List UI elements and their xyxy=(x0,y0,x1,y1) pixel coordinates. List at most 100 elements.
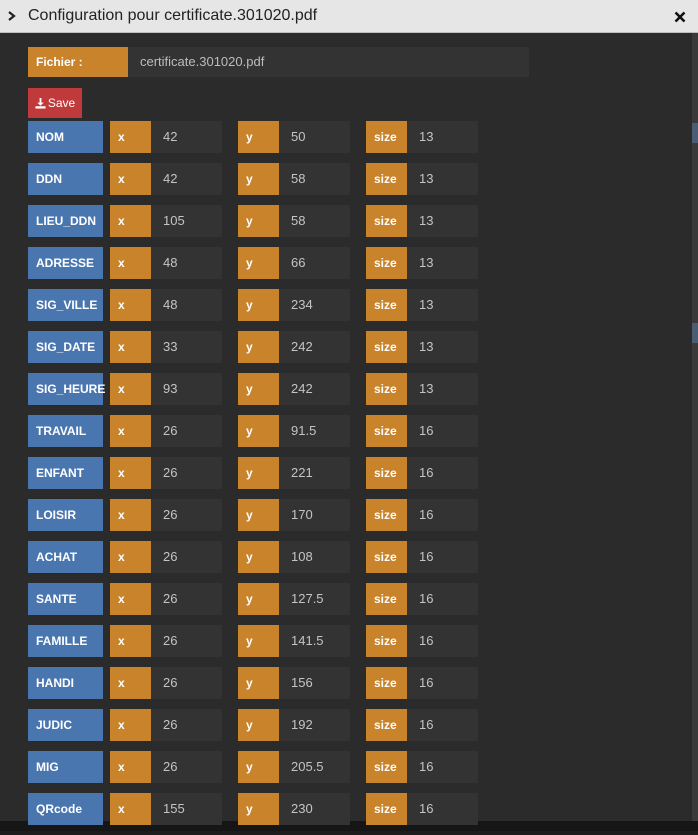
file-input[interactable] xyxy=(128,47,529,77)
field-row: HANDI x 26 y 156 size 16 xyxy=(28,667,488,709)
save-label: Save xyxy=(47,96,76,110)
y-label: y xyxy=(238,751,279,783)
chevron-right-icon[interactable] xyxy=(6,10,18,22)
y-input[interactable]: 58 xyxy=(279,163,350,195)
field-row: ENFANT x 26 y 221 size 16 xyxy=(28,457,488,499)
y-input[interactable]: 221 xyxy=(279,457,350,489)
field-name: ENFANT xyxy=(28,457,103,489)
field-row: SIG_HEURE x 93 y 242 size 13 xyxy=(28,373,488,415)
y-input[interactable]: 234 xyxy=(279,289,350,321)
x-input[interactable]: 105 xyxy=(151,205,222,237)
y-label: y xyxy=(238,415,279,447)
field-name: HANDI xyxy=(28,667,103,699)
y-input[interactable]: 58 xyxy=(279,205,350,237)
x-label: x xyxy=(110,247,151,279)
background-marker xyxy=(692,123,698,143)
size-input[interactable]: 13 xyxy=(407,289,478,321)
y-label: y xyxy=(238,583,279,615)
y-input[interactable]: 91.5 xyxy=(279,415,350,447)
size-input[interactable]: 13 xyxy=(407,247,478,279)
x-input[interactable]: 155 xyxy=(151,793,222,825)
size-label: size xyxy=(366,625,407,657)
size-label: size xyxy=(366,499,407,531)
size-label: size xyxy=(366,415,407,447)
y-label: y xyxy=(238,709,279,741)
y-input[interactable]: 170 xyxy=(279,499,350,531)
size-input[interactable]: 13 xyxy=(407,373,478,405)
size-input[interactable]: 16 xyxy=(407,667,478,699)
y-input[interactable]: 192 xyxy=(279,709,350,741)
y-label: y xyxy=(238,625,279,657)
x-label: x xyxy=(110,121,151,153)
y-label: y xyxy=(238,331,279,363)
size-input[interactable]: 16 xyxy=(407,415,478,447)
scrollbar-track[interactable] xyxy=(692,33,698,821)
y-label: y xyxy=(238,457,279,489)
size-input[interactable]: 16 xyxy=(407,541,478,573)
y-label: y xyxy=(238,163,279,195)
x-input[interactable]: 26 xyxy=(151,541,222,573)
field-row: SIG_DATE x 33 y 242 size 13 xyxy=(28,331,488,373)
size-input[interactable]: 16 xyxy=(407,625,478,657)
size-input[interactable]: 13 xyxy=(407,121,478,153)
x-label: x xyxy=(110,667,151,699)
y-label: y xyxy=(238,667,279,699)
x-input[interactable]: 93 xyxy=(151,373,222,405)
x-input[interactable]: 42 xyxy=(151,121,222,153)
size-input[interactable]: 16 xyxy=(407,751,478,783)
y-input[interactable]: 66 xyxy=(279,247,350,279)
x-input[interactable]: 26 xyxy=(151,499,222,531)
field-row: LOISIR x 26 y 170 size 16 xyxy=(28,499,488,541)
y-input[interactable]: 242 xyxy=(279,373,350,405)
y-input[interactable]: 205.5 xyxy=(279,751,350,783)
field-name: MIG xyxy=(28,751,103,783)
x-input[interactable]: 26 xyxy=(151,415,222,447)
y-input[interactable]: 156 xyxy=(279,667,350,699)
field-row: JUDIC x 26 y 192 size 16 xyxy=(28,709,488,751)
y-label: y xyxy=(238,121,279,153)
size-input[interactable]: 13 xyxy=(407,331,478,363)
x-input[interactable]: 48 xyxy=(151,247,222,279)
x-input[interactable]: 33 xyxy=(151,331,222,363)
x-input[interactable]: 26 xyxy=(151,751,222,783)
size-input[interactable]: 16 xyxy=(407,499,478,531)
y-input[interactable]: 108 xyxy=(279,541,350,573)
field-name: DDN xyxy=(28,163,103,195)
size-label: size xyxy=(366,331,407,363)
save-button[interactable]: Save xyxy=(28,88,82,118)
y-input[interactable]: 230 xyxy=(279,793,350,825)
size-input[interactable]: 16 xyxy=(407,457,478,489)
x-input[interactable]: 26 xyxy=(151,625,222,657)
size-input[interactable]: 16 xyxy=(407,583,478,615)
field-name: SIG_DATE xyxy=(28,331,103,363)
x-input[interactable]: 26 xyxy=(151,709,222,741)
field-row: QRcode x 155 y 230 size 16 xyxy=(28,793,488,835)
y-label: y xyxy=(238,289,279,321)
x-input[interactable]: 42 xyxy=(151,163,222,195)
size-label: size xyxy=(366,667,407,699)
x-label: x xyxy=(110,163,151,195)
y-input[interactable]: 242 xyxy=(279,331,350,363)
close-icon[interactable] xyxy=(674,11,686,23)
y-input[interactable]: 127.5 xyxy=(279,583,350,615)
y-label: y xyxy=(238,499,279,531)
size-input[interactable]: 16 xyxy=(407,793,478,825)
x-label: x xyxy=(110,751,151,783)
field-row: FAMILLE x 26 y 141.5 size 16 xyxy=(28,625,488,667)
y-label: y xyxy=(238,541,279,573)
x-input[interactable]: 26 xyxy=(151,457,222,489)
size-input[interactable]: 13 xyxy=(407,163,478,195)
field-row: ACHAT x 26 y 108 size 16 xyxy=(28,541,488,583)
size-label: size xyxy=(366,709,407,741)
download-icon xyxy=(35,97,46,109)
x-input[interactable]: 26 xyxy=(151,583,222,615)
size-label: size xyxy=(366,247,407,279)
field-row: NOM x 42 y 50 size 13 xyxy=(28,121,488,163)
size-input[interactable]: 16 xyxy=(407,709,478,741)
field-row: DDN x 42 y 58 size 13 xyxy=(28,163,488,205)
y-input[interactable]: 141.5 xyxy=(279,625,350,657)
size-input[interactable]: 13 xyxy=(407,205,478,237)
x-input[interactable]: 26 xyxy=(151,667,222,699)
x-input[interactable]: 48 xyxy=(151,289,222,321)
y-input[interactable]: 50 xyxy=(279,121,350,153)
